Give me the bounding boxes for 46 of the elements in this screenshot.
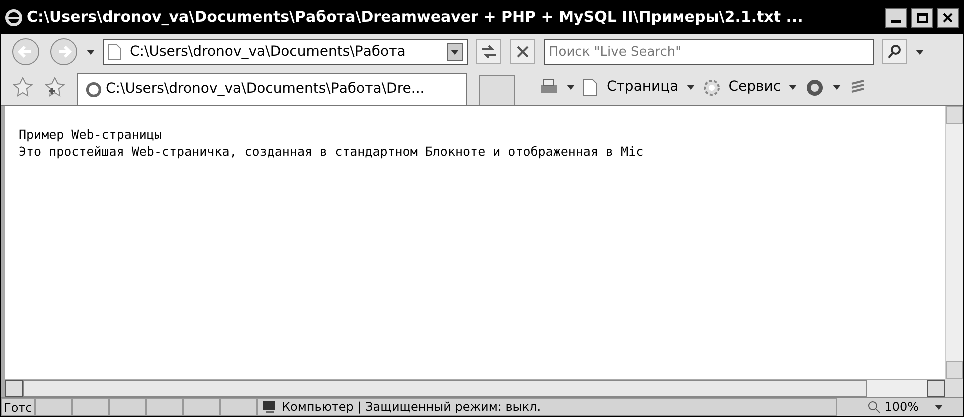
caret-icon — [87, 50, 95, 54]
new-tab-button[interactable] — [479, 75, 515, 105]
page-icon — [108, 44, 122, 60]
caret-icon — [567, 85, 575, 90]
stop-icon[interactable] — [510, 39, 536, 65]
status-panel — [109, 398, 146, 416]
caret-icon — [789, 85, 798, 90]
gear-icon — [702, 78, 721, 96]
browser-tab[interactable]: C:\Users\dronov_va\Documents\Работа\Dre... — [77, 73, 467, 105]
maximize-icon[interactable] — [911, 8, 933, 28]
document-text: Пример Web-страницы Это простейшая Web-страничка, созданная в стандартном Блокноте и отображенная в Mic — [18, 126, 645, 161]
status-panel — [35, 398, 72, 416]
caret-icon — [686, 85, 695, 90]
add-favorites-icon[interactable] — [45, 77, 65, 97]
page-menu[interactable]: Страница — [607, 77, 679, 98]
browser-logo-icon — [86, 82, 102, 98]
zoom-level[interactable]: 100% — [884, 398, 919, 416]
page-icon — [583, 78, 599, 96]
caret-icon — [833, 85, 842, 90]
search-icon[interactable] — [882, 39, 908, 65]
horizontal-scrollbar[interactable] — [5, 379, 945, 397]
minimize-icon[interactable] — [885, 8, 907, 28]
search-field[interactable]: Поиск "Live Search" — [544, 39, 874, 65]
zoom-caret-icon — [935, 404, 943, 410]
search-options-icon — [916, 50, 924, 54]
close-icon[interactable] — [937, 8, 959, 28]
back-icon[interactable] — [11, 37, 41, 67]
browser-logo-icon — [5, 8, 23, 26]
star-icon[interactable] — [13, 77, 33, 97]
scroll-right-button[interactable] — [927, 380, 945, 397]
scroll-left-button[interactable] — [5, 380, 23, 397]
status-panel — [146, 398, 183, 416]
status-text: Готс — [1, 398, 35, 416]
forward-icon[interactable] — [49, 37, 79, 67]
scroll-thumb[interactable] — [23, 380, 867, 397]
zoom-icon — [868, 400, 881, 414]
address-field[interactable]: C:\Users\dronov_va\Documents\Работа — [103, 39, 468, 65]
status-panel — [72, 398, 109, 416]
dropdown-icon[interactable] — [447, 43, 463, 61]
refresh-icon[interactable] — [476, 39, 502, 65]
status-panel — [183, 398, 220, 416]
tools-menu[interactable]: Сервис — [728, 77, 782, 98]
security-zone: Компьютер | Защищенный режим: выкл. — [282, 399, 542, 416]
caret-icon — [451, 50, 459, 54]
window-title: C:\Users\dronov_va\Documents\Работа\Dreamweaver + PHP + MySQL II\Примеры\2.1.txt ... — [27, 7, 804, 28]
computer-icon — [262, 400, 278, 414]
